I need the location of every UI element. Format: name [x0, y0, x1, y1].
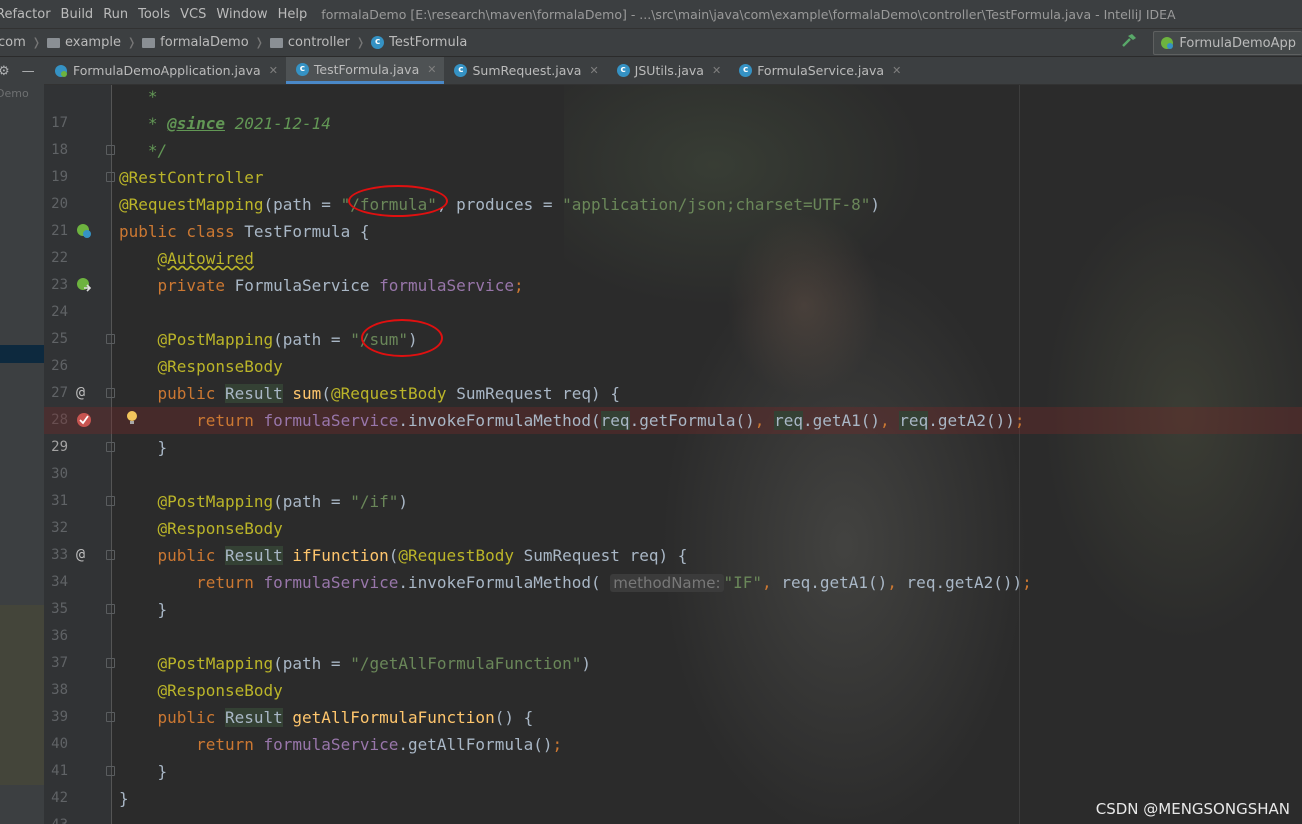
build-hammer-icon[interactable] [1121, 33, 1137, 53]
class-icon: c [295, 62, 309, 76]
close-icon[interactable]: ✕ [427, 63, 436, 76]
breadcrumb-item-com[interactable]: com [0, 35, 26, 50]
code-line: 33 @ResponseBody [51, 519, 283, 563]
code-line: 40 public Result getAllFormulaFunction()… [51, 708, 534, 752]
window-title: formalaDemo [E:\research\maven\formalaDe… [321, 6, 1176, 22]
code-line: 26 @PostMapping(path = "/sum") [51, 330, 418, 374]
fold-icon[interactable] [106, 496, 115, 506]
code-line: 35 return formulaService.invokeFormulaMe… [51, 573, 1032, 617]
code-line: 28 @ public Result sum(@RequestBody SumR… [51, 383, 620, 428]
spring-boot-icon [55, 64, 67, 77]
close-icon[interactable]: ✕ [712, 64, 721, 77]
breadcrumb-item-formalademo[interactable]: formalaDemo [142, 35, 249, 50]
fold-icon[interactable] [106, 766, 115, 776]
close-icon[interactable]: ✕ [269, 64, 278, 77]
code-line: 36 } [51, 600, 168, 644]
code-editor[interactable]: 17 * 18 * @since 2021-12-14 19 */ 20 @Re… [44, 85, 1302, 824]
project-tree-selection[interactable] [0, 345, 44, 363]
menu-refactor[interactable]: Refactor [0, 7, 51, 22]
tab-formula-service[interactable]: c FormulaService.java ✕ [729, 57, 909, 84]
breakpoint-icon[interactable] [76, 412, 92, 428]
chevron-right-icon: ❭ [31, 36, 41, 49]
breadcrumb: com ❭ example ❭ formalaDemo ❭ controller… [0, 28, 1302, 57]
folder-icon [269, 37, 283, 48]
project-panel: ⚙ — Demo [0, 57, 44, 824]
code-line: 20 @RestController [51, 168, 264, 212]
code-line: 19 */ [51, 141, 168, 185]
chevron-right-icon: ❭ [254, 36, 264, 49]
fold-icon[interactable] [106, 658, 115, 668]
breadcrumb-item-testformula[interactable]: c TestFormula [371, 35, 467, 50]
parameter-hint: methodName: [610, 574, 724, 592]
spring-boot-icon [1161, 37, 1174, 49]
fold-icon[interactable] [106, 604, 115, 614]
fold-icon[interactable] [106, 172, 115, 182]
code-line: 41 return formulaService.getAllFormula()… [51, 735, 563, 779]
close-icon[interactable]: ✕ [892, 64, 901, 77]
autowired-navigate-icon[interactable] [76, 277, 92, 293]
watermark: CSDN @MENGSONGSHAN [1095, 800, 1290, 818]
code-line: 42 } [51, 762, 168, 806]
code-line: 22 public class TestFormula { [51, 222, 370, 266]
code-line: 27 @ResponseBody [51, 357, 283, 401]
tab-formula-demo-application[interactable]: FormulaDemoApplication.java ✕ [44, 57, 286, 84]
menu-tools[interactable]: Tools [138, 7, 170, 22]
run-configuration-select[interactable]: FormulaDemoApp [1153, 31, 1302, 55]
class-icon: c [371, 36, 385, 49]
class-icon: c [454, 64, 468, 77]
mapping-at-icon[interactable]: @ [76, 384, 92, 400]
menu-run[interactable]: Run [103, 7, 128, 22]
code-line: 32 @PostMapping(path = "/if") [51, 492, 408, 536]
code-line: 21 @RequestMapping(path = "/formula", pr… [51, 195, 881, 239]
gear-icon[interactable]: ⚙ [0, 64, 10, 79]
highlight-circle-sum [361, 319, 443, 357]
chevron-right-icon: ❭ [355, 36, 366, 49]
close-icon[interactable]: ✕ [589, 64, 598, 77]
fold-icon[interactable] [106, 334, 115, 344]
code-line: 38 @PostMapping(path = "/getAllFormulaFu… [51, 654, 592, 698]
folder-icon [46, 37, 60, 48]
tab-js-utils[interactable]: c JSUtils.java ✕ [607, 57, 730, 84]
code-line: 24 private FormulaService formulaService… [51, 276, 524, 320]
menu-bar: Refactor Build Run Tools VCS Window Help… [0, 0, 1302, 28]
spring-bean-icon[interactable] [76, 223, 92, 239]
mapping-at-icon[interactable]: @ [76, 546, 92, 562]
code-line: 39 @ResponseBody [51, 681, 283, 725]
code-line: 18 * @since 2021-12-14 [51, 114, 331, 158]
tab-test-formula[interactable]: c TestFormula.java ✕ [285, 57, 445, 84]
class-icon: c [616, 64, 630, 77]
code-line: 37 [51, 655, 68, 671]
breadcrumb-item-example[interactable]: example [46, 35, 121, 50]
menu-window[interactable]: Window [216, 7, 267, 22]
code-line-current: 29 return formulaService.invokeFormulaMe… [44, 407, 1302, 455]
menu-help[interactable]: Help [278, 7, 308, 22]
folder-icon [142, 37, 156, 48]
code-line: 25 [51, 331, 68, 347]
code-line: 34 @ public Result ifFunction(@RequestBo… [51, 545, 688, 590]
fold-icon[interactable] [106, 550, 115, 560]
run-toolbar: FormulaDemoApp [1121, 31, 1302, 55]
fold-icon[interactable] [106, 712, 115, 722]
fold-icon[interactable] [106, 388, 115, 398]
menu-build[interactable]: Build [61, 7, 94, 22]
fold-icon[interactable] [106, 442, 115, 452]
class-icon: c [739, 64, 753, 77]
minimize-icon[interactable]: — [22, 64, 35, 79]
project-label: Demo [0, 87, 29, 100]
editor-tabs: FormulaDemoApplication.java ✕ c TestFormu… [44, 57, 1302, 85]
tab-sum-request[interactable]: c SumRequest.java ✕ [444, 57, 606, 84]
code-line: 31 [51, 493, 68, 509]
code-line: 17 * [51, 87, 158, 131]
breadcrumb-item-controller[interactable]: controller [269, 35, 350, 50]
code-line: 23 @Autowired [51, 249, 254, 293]
menu-vcs[interactable]: VCS [180, 7, 206, 22]
fold-icon[interactable] [106, 145, 115, 155]
highlight-circle-formula [348, 185, 448, 217]
code-line: 30 } [51, 438, 168, 482]
chevron-right-icon: ❭ [126, 36, 137, 49]
